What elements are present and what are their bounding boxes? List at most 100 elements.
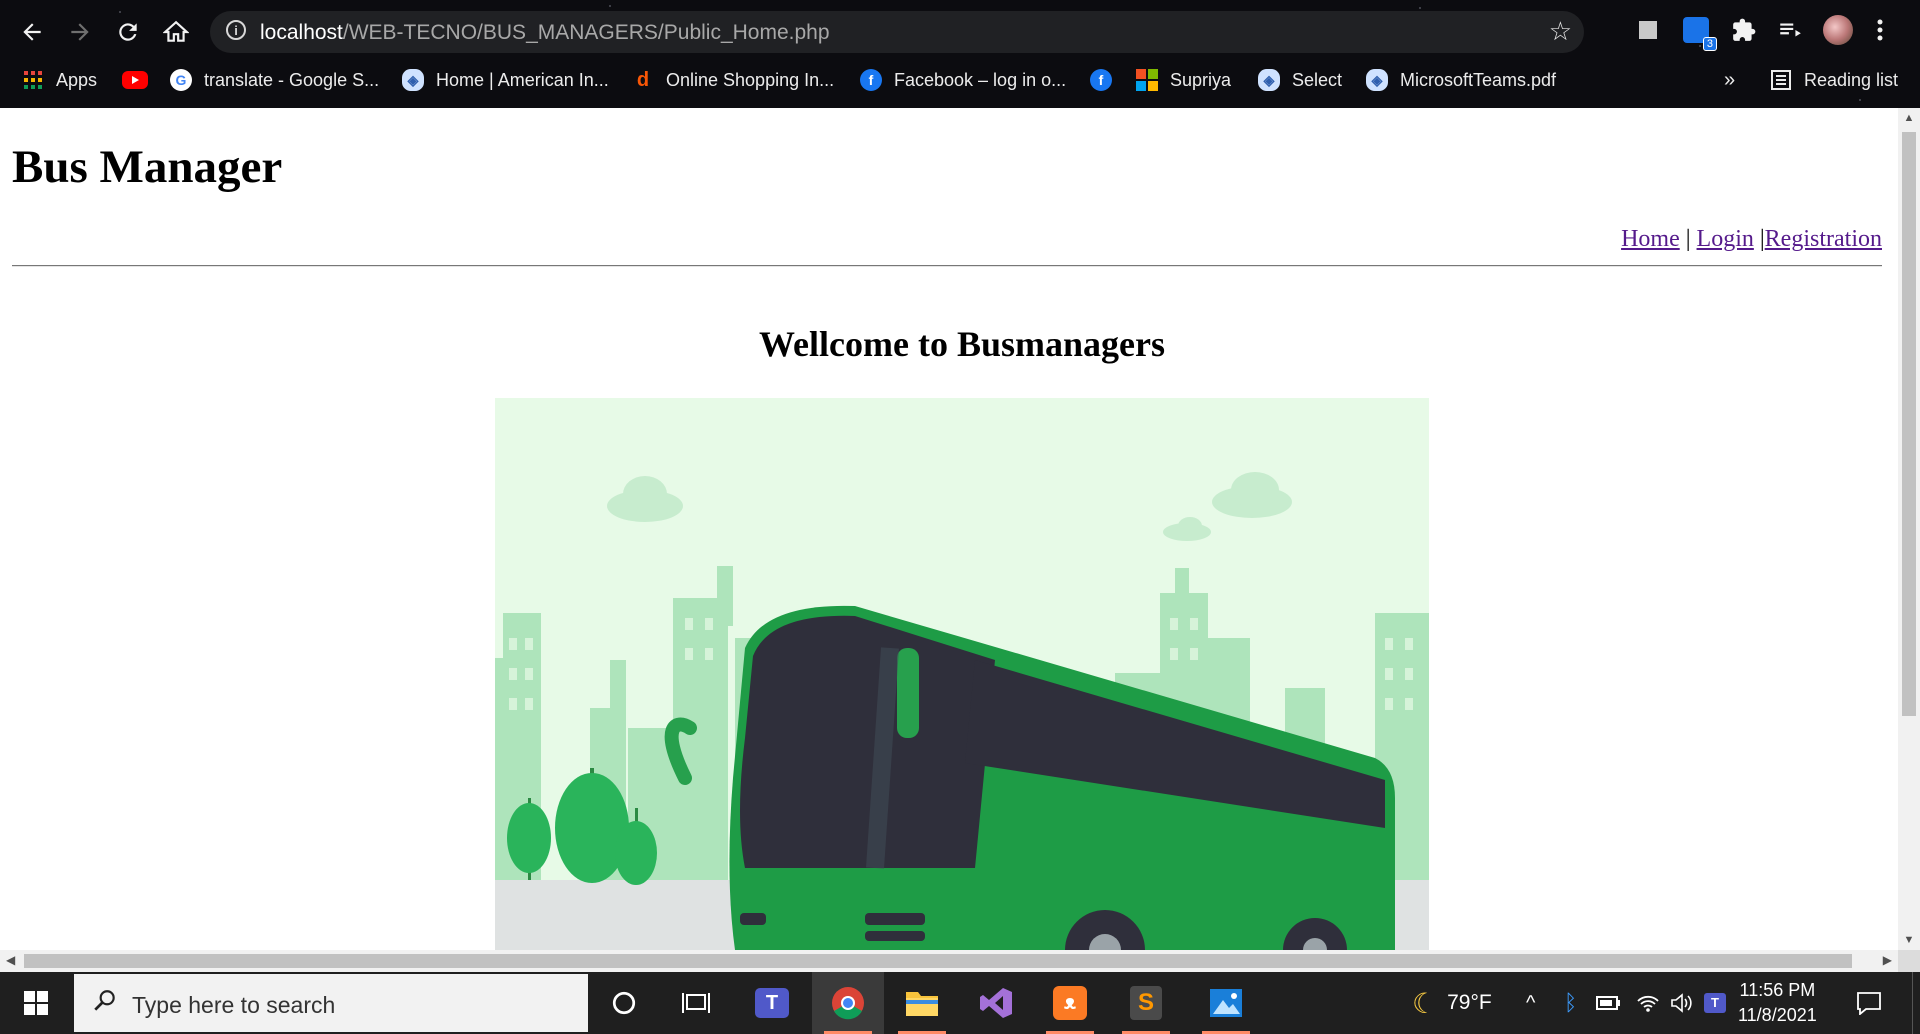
scroll-up-arrow-icon[interactable]: ▲ — [1898, 112, 1920, 124]
bluetooth-icon[interactable]: ᛒ — [1564, 972, 1577, 1034]
browser-menu-icon[interactable] — [1868, 14, 1892, 46]
horizontal-scrollbar[interactable]: ◀ ▶ — [0, 950, 1898, 972]
home-icon — [163, 20, 189, 42]
extension-badge-count: 3 — [1702, 37, 1717, 51]
page-viewport: Bus Manager Home | Login |Registration W… — [0, 108, 1898, 950]
bookmark-label: Online Shopping In... — [666, 69, 835, 90]
bookmark-facebook[interactable]: f Facebook – log in o... — [860, 64, 1066, 96]
search-icon — [94, 990, 115, 1011]
show-desktop-button[interactable] — [1912, 972, 1920, 1034]
extension-badge-icon[interactable]: 3 — [1680, 14, 1717, 51]
notifications-icon[interactable] — [1856, 972, 1882, 1034]
apps-grid-icon — [22, 69, 44, 91]
profile-avatar-icon[interactable] — [1822, 14, 1854, 46]
nav-link-registration[interactable]: Registration — [1765, 226, 1882, 252]
taskbar-teams[interactable]: T — [736, 972, 808, 1034]
nav-link-home[interactable]: Home — [1621, 226, 1680, 252]
microsoft-icon — [1136, 69, 1158, 91]
url-host: localhost — [260, 21, 343, 44]
facebook-icon: f — [860, 69, 882, 91]
back-button[interactable] — [14, 14, 50, 50]
bookmarks-overflow-button[interactable]: » — [1724, 64, 1735, 96]
visual-studio-icon — [980, 988, 1012, 1018]
task-view-button[interactable] — [660, 972, 732, 1034]
vertical-scrollbar[interactable]: ▲ ▼ — [1898, 108, 1920, 950]
tray-overflow-chevron-icon[interactable]: ^ — [1526, 972, 1535, 1034]
youtube-icon — [122, 71, 148, 89]
bookmark-supriya[interactable]: Supriya — [1136, 64, 1231, 96]
battery-icon[interactable] — [1596, 972, 1622, 1034]
reading-list-button[interactable]: Reading list — [1770, 64, 1898, 96]
volume-icon[interactable] — [1670, 972, 1694, 1034]
bookmark-translate[interactable]: Gtranslate - Google S... — [170, 64, 379, 96]
bookmark-label: MicrosoftTeams.pdf — [1400, 69, 1557, 90]
bookmark-youtube[interactable] — [122, 64, 160, 96]
taskbar-xampp[interactable]: ᴥ — [1034, 972, 1106, 1034]
nav-link-login[interactable]: Login — [1697, 226, 1754, 252]
scroll-down-arrow-icon[interactable]: ▼ — [1898, 934, 1920, 946]
bookmark-online-shopping[interactable]: d Online Shopping In... — [632, 64, 834, 96]
facebook-icon: f — [1090, 69, 1112, 91]
windows-taskbar: Type here to search T ᴥ S ☾ 79°F ^ ᛒ T 1… — [0, 972, 1920, 1034]
clock-time: 11:56 PM — [1739, 980, 1816, 1000]
bookmark-label: Supriya — [1170, 69, 1232, 90]
windows-logo-icon — [24, 991, 48, 1015]
cortana-circle-icon — [612, 991, 636, 1015]
top-nav: Home | Login |Registration — [1621, 226, 1882, 253]
taskbar-visual-studio[interactable] — [960, 972, 1032, 1034]
taskbar-search-box[interactable]: Type here to search — [74, 974, 588, 1032]
photos-icon — [1210, 989, 1242, 1017]
taskbar-sublime[interactable]: S — [1110, 972, 1182, 1034]
reading-list-icon — [1770, 69, 1792, 91]
reading-list-label: Reading list — [1804, 69, 1899, 90]
address-bar[interactable]: i localhost/WEB-TECNO/BUS_MANAGERS/Publi… — [210, 11, 1584, 53]
clock-date: 11/8/2021 — [1738, 1005, 1817, 1025]
bookmark-american[interactable]: ◈ Home | American In... — [402, 64, 609, 96]
site-title: Bus Manager — [12, 141, 283, 193]
nav-separator: | — [1685, 226, 1691, 252]
teams-tray-icon[interactable]: T — [1704, 972, 1726, 1034]
media-queue-icon[interactable] — [1774, 14, 1806, 46]
shield-favicon-icon: ◈ — [1258, 69, 1280, 91]
url-path: /WEB-TECNO/BUS_MANAGERS/Public_Home.php — [342, 21, 830, 44]
extension-square-icon[interactable] — [1632, 14, 1664, 46]
daraz-icon: d — [636, 68, 650, 91]
system-clock[interactable]: 11:56 PM 11/8/2021 — [1738, 978, 1817, 1028]
weather-temp: 79°F — [1447, 991, 1492, 1014]
search-placeholder: Type here to search — [132, 992, 336, 1018]
bookmark-select[interactable]: ◈ Select — [1258, 64, 1342, 96]
scroll-left-arrow-icon[interactable]: ◀ — [6, 953, 15, 968]
vertical-scroll-thumb[interactable] — [1902, 132, 1916, 716]
home-button[interactable] — [158, 14, 194, 50]
browser-chrome: i localhost/WEB-TECNO/BUS_MANAGERS/Publi… — [0, 0, 1920, 108]
wifi-icon[interactable] — [1636, 972, 1660, 1034]
bookmark-label: Facebook – log in o... — [894, 69, 1067, 90]
bookmark-star-icon[interactable]: ☆ — [1549, 16, 1572, 47]
weather-widget[interactable]: ☾ 79°F — [1412, 972, 1492, 1034]
bookmark-label: Apps — [56, 69, 98, 90]
site-info-icon[interactable]: i — [226, 20, 246, 40]
teams-icon: T — [755, 988, 789, 1018]
bookmarks-bar: Apps Gtranslate - Google S... ◈ Home | Am… — [0, 62, 1920, 98]
reload-button[interactable] — [110, 14, 146, 50]
bookmark-microsoft-teams-pdf[interactable]: ◈ MicrosoftTeams.pdf — [1366, 64, 1556, 96]
bookmark-apps[interactable]: Apps — [22, 64, 97, 96]
scrollbar-corner — [1898, 950, 1920, 972]
start-button[interactable] — [0, 972, 72, 1034]
forward-button[interactable] — [62, 14, 98, 50]
cortana-button[interactable] — [588, 972, 660, 1034]
scroll-right-arrow-icon[interactable]: ▶ — [1883, 953, 1892, 968]
taskbar-file-explorer[interactable] — [886, 972, 958, 1034]
task-view-icon — [682, 993, 710, 1013]
url-text[interactable]: localhost/WEB-TECNO/BUS_MANAGERS/Public_… — [260, 21, 830, 45]
extensions-puzzle-icon[interactable] — [1728, 14, 1760, 46]
horizontal-scroll-thumb[interactable] — [24, 954, 1852, 968]
taskbar-chrome[interactable] — [812, 972, 884, 1034]
moon-cloud-icon: ☾ — [1412, 987, 1438, 1019]
folder-icon — [906, 992, 938, 1016]
reload-icon — [119, 23, 137, 41]
bookmark-facebook-2[interactable]: f — [1090, 64, 1124, 96]
bookmark-label: Select — [1292, 69, 1343, 90]
bookmark-label: Home | American In... — [436, 69, 609, 90]
taskbar-photos[interactable] — [1190, 972, 1262, 1034]
